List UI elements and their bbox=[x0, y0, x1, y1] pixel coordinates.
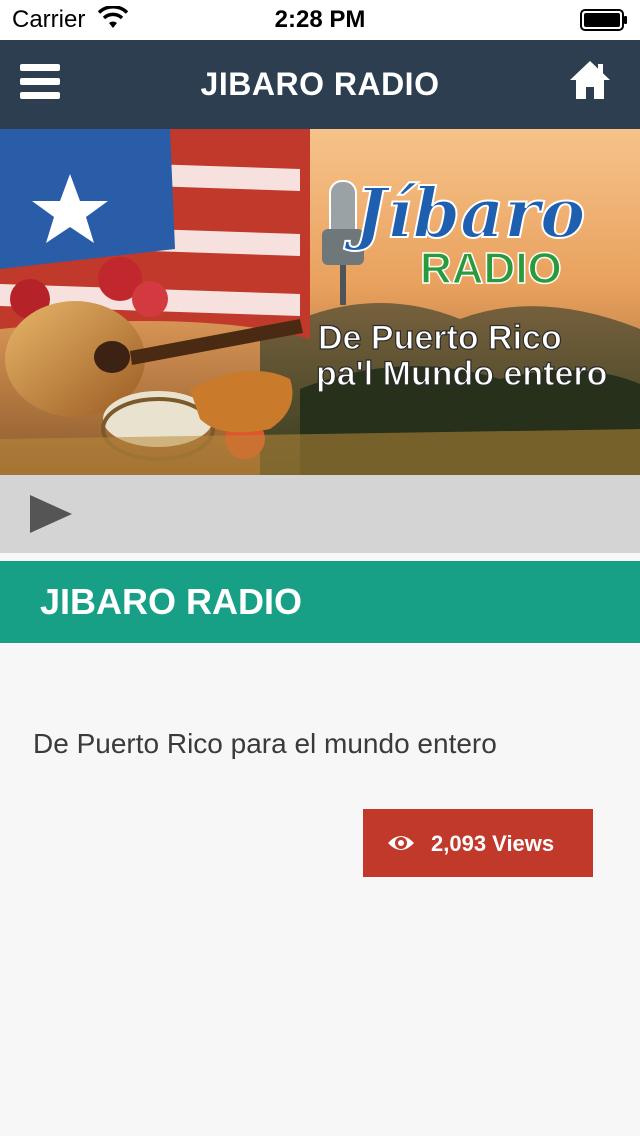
section-divider bbox=[0, 553, 640, 561]
eye-icon bbox=[388, 836, 414, 850]
nav-title: JIBARO RADIO bbox=[200, 66, 440, 102]
banner-tagline-line1: De Puerto Rico bbox=[318, 319, 562, 357]
navigation-bar: JIBARO RADIO bbox=[0, 40, 640, 129]
banner-logo-word: RADIO bbox=[420, 244, 562, 293]
status-time: 2:28 PM bbox=[274, 6, 366, 33]
station-banner-image: Jíbaro RADIO De Puerto Rico pa'l Mundo e… bbox=[0, 129, 640, 475]
status-bar: Carrier 2:28 PM bbox=[0, 0, 640, 40]
station-title: JIBARO RADIO bbox=[40, 581, 303, 622]
battery-icon bbox=[580, 9, 627, 31]
audio-player-bar bbox=[0, 475, 640, 553]
views-count: 2,093 Views bbox=[431, 831, 555, 856]
station-description: De Puerto Rico para el mundo entero bbox=[33, 728, 497, 759]
home-icon[interactable] bbox=[568, 58, 612, 102]
play-icon[interactable] bbox=[28, 493, 74, 535]
banner-tagline-line2: pa'l Mundo entero bbox=[316, 355, 607, 393]
station-title-bar: JIBARO RADIO bbox=[0, 561, 640, 643]
views-badge: 2,093 Views bbox=[363, 809, 593, 877]
banner-logo-script: Jíbaro bbox=[344, 174, 586, 254]
